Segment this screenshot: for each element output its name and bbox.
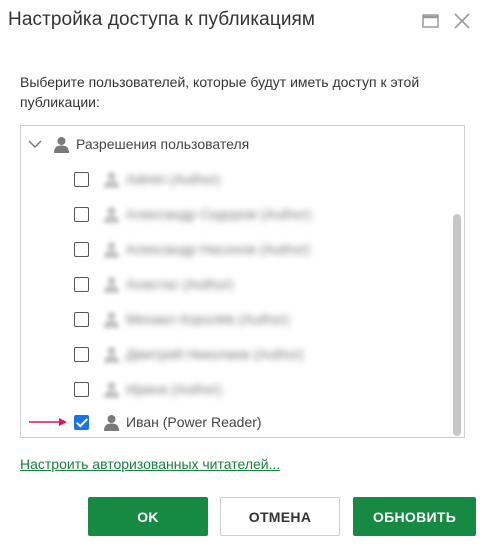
update-button[interactable]: ОБНОВИТЬ	[353, 497, 476, 536]
user-label: Анастас (Author)	[126, 276, 234, 292]
user-icon	[104, 206, 119, 223]
configure-authorized-readers-link[interactable]: Настроить авторизованных читателей...	[20, 456, 280, 472]
tree-item-user-ivan[interactable]: Иван (Power Reader)	[74, 410, 262, 434]
user-icon	[104, 311, 119, 328]
dialog-title: Настройка доступа к публикациям	[8, 9, 316, 30]
user-icon	[104, 171, 119, 188]
user-label: Иван (Power Reader)	[126, 414, 262, 430]
tree-item-user-2[interactable]: Александр Сидоров (Author)	[74, 202, 311, 226]
user-icon	[104, 241, 119, 258]
tree-item-user-3[interactable]: Александр Насонов (Author)	[74, 237, 310, 261]
user-label: Александр Насонов (Author)	[126, 241, 311, 257]
tree-item-user-7[interactable]: Ирина (Author)	[74, 377, 222, 401]
cancel-button[interactable]: ОТМЕНА	[220, 497, 340, 536]
user-label: Ирина (Author)	[126, 381, 222, 397]
tree-item-user-4[interactable]: Анастас (Author)	[74, 272, 233, 296]
selection-prompt: Выберите пользователей, которые будут им…	[20, 74, 420, 110]
user-icon	[104, 381, 119, 398]
chevron-down-icon[interactable]	[27, 136, 43, 152]
user-checkbox[interactable]	[74, 171, 89, 187]
user-permissions-tree: Разрешения пользователя Admin (Author) А…	[20, 125, 465, 438]
user-checkbox-checked[interactable]	[74, 414, 89, 430]
user-group-icon	[54, 136, 69, 153]
user-checkbox[interactable]	[74, 206, 89, 222]
access-settings-dialog: Настройка доступа к публикациям Выберите…	[0, 0, 485, 553]
user-label: Александр Сидоров (Author)	[126, 206, 312, 222]
user-checkbox[interactable]	[74, 381, 89, 397]
user-checkbox[interactable]	[74, 241, 89, 257]
user-icon	[104, 276, 119, 293]
annotation-arrow-icon	[29, 418, 67, 426]
tree-item-user-5[interactable]: Михаил Королёв (Author)	[74, 307, 289, 331]
user-checkbox[interactable]	[74, 276, 89, 292]
user-checkbox[interactable]	[74, 346, 89, 362]
tree-group-user-permissions[interactable]: Разрешения пользователя	[27, 132, 249, 156]
maximize-icon[interactable]	[420, 10, 442, 32]
user-label: Михаил Королёв (Author)	[126, 311, 290, 327]
user-icon	[104, 414, 119, 431]
user-checkbox[interactable]	[74, 311, 89, 327]
tree-item-user-6[interactable]: Дмитрий Николаев (Author)	[74, 342, 304, 366]
tree-scrollbar-thumb[interactable]	[453, 214, 461, 436]
user-label: Дмитрий Николаев (Author)	[126, 346, 304, 362]
ok-button[interactable]: OK	[88, 497, 208, 536]
close-icon[interactable]	[451, 10, 473, 32]
user-label: Admin (Author)	[126, 171, 221, 187]
tree-item-user-1[interactable]: Admin (Author)	[74, 167, 220, 191]
user-icon	[104, 346, 119, 363]
tree-group-label: Разрешения пользователя	[76, 136, 250, 152]
